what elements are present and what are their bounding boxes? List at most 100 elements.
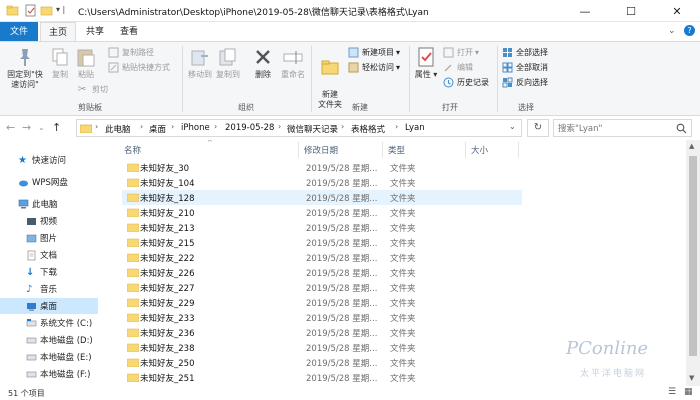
properties-button[interactable]: 属性 ▾ — [413, 46, 439, 80]
nav-item-documents[interactable]: 文档 — [0, 247, 98, 263]
table-row[interactable]: 未知好友_104 2019/5/28 星期... 文件夹 — [122, 175, 522, 190]
close-button[interactable]: ✕ — [654, 0, 700, 22]
search-box[interactable] — [553, 119, 692, 137]
paste-button[interactable]: 粘贴 — [74, 46, 98, 80]
minimize-button[interactable]: — — [562, 0, 608, 22]
properties-quick-icon[interactable] — [24, 4, 37, 17]
column-size[interactable]: 大小 — [471, 144, 488, 156]
tab-file[interactable]: 文件 — [0, 22, 38, 42]
open-dropdown-icon: ▾ — [475, 48, 480, 57]
file-name: 未知好友_251 — [140, 374, 195, 384]
table-row[interactable]: 未知好友_251 2019/5/28 星期... 文件夹 — [122, 370, 522, 385]
table-row[interactable]: 未知好友_215 2019/5/28 星期... 文件夹 — [122, 235, 522, 250]
help-icon[interactable]: ? — [684, 25, 695, 36]
up-arrow-icon[interactable]: ↑ — [52, 121, 61, 134]
move-to-button[interactable]: 移动到 — [186, 46, 214, 80]
breadcrumb-iphone[interactable]: iPhone — [181, 123, 210, 133]
maximize-button[interactable]: ☐ — [608, 0, 654, 22]
open-group-label: 打开 — [442, 103, 458, 112]
column-type[interactable]: 类型 — [388, 144, 405, 156]
breadcrumb-table-format[interactable]: 表格格式 — [351, 123, 385, 135]
nav-item-wps-cloud[interactable]: WPS网盘 — [0, 174, 98, 190]
breadcrumb-this-pc[interactable]: 此电脑 — [105, 123, 131, 135]
new-folder-quick-icon[interactable] — [40, 4, 53, 17]
nav-item-drive-f[interactable]: 本地磁盘 (F:) — [0, 366, 98, 382]
table-row[interactable]: 未知好友_250 2019/5/28 星期... 文件夹 — [122, 355, 522, 370]
large-icons-view-icon[interactable]: ▦ — [684, 387, 693, 397]
recent-locations-icon[interactable]: ⌄ — [38, 123, 45, 132]
table-row[interactable]: 未知好友_213 2019/5/28 星期... 文件夹 — [122, 220, 522, 235]
rename-button[interactable]: 重命名 — [279, 46, 307, 80]
breadcrumb-wechat[interactable]: 微信聊天记录 — [287, 123, 338, 135]
select-all-button[interactable]: 全部选择 — [502, 46, 548, 59]
scroll-up-icon[interactable]: ▲ — [689, 142, 694, 150]
history-label: 历史记录 — [457, 78, 489, 87]
select-none-button[interactable]: 全部取消 — [502, 61, 548, 74]
column-divider[interactable] — [518, 142, 519, 158]
nav-item-music[interactable]: ♪ 音乐 — [0, 281, 98, 297]
details-view-icon[interactable]: ☰ — [668, 387, 676, 397]
new-item-dropdown-icon: ▾ — [396, 48, 401, 57]
copy-to-button[interactable]: 复制到 — [214, 46, 242, 80]
forward-arrow-icon[interactable]: → — [22, 121, 31, 134]
nav-item-this-pc[interactable]: 此电脑 — [0, 196, 98, 212]
column-name[interactable]: 名称 — [124, 144, 141, 156]
breadcrumb-desktop[interactable]: 桌面 — [149, 123, 166, 135]
new-item-button[interactable]: 新建项目 ▾ — [348, 46, 400, 59]
tab-view[interactable]: 查看 — [114, 22, 144, 42]
folder-app-icon — [6, 5, 19, 16]
table-row[interactable]: 未知好友_236 2019/5/28 星期... 文件夹 — [122, 325, 522, 340]
new-folder-button[interactable]: 新建 文件夹 — [314, 46, 346, 110]
table-row[interactable]: 未知好友_226 2019/5/28 星期... 文件夹 — [122, 265, 522, 280]
rename-icon — [283, 51, 303, 64]
address-bar[interactable]: › 此电脑 › 桌面 › iPhone › 2019-05-28 › 微信聊天记… — [76, 119, 522, 137]
copy-button[interactable]: 复制 — [48, 46, 72, 80]
open-button[interactable]: 打开 ▾ — [443, 46, 479, 59]
edit-button[interactable]: 编辑 — [443, 61, 473, 74]
table-row[interactable]: 未知好友_30 2019/5/28 星期... 文件夹 — [122, 160, 522, 175]
column-divider[interactable] — [298, 142, 299, 158]
tab-home[interactable]: 主页 — [40, 22, 76, 42]
table-row[interactable]: 未知好友_210 2019/5/28 星期... 文件夹 — [122, 205, 522, 220]
nav-item-quick-access[interactable]: ★ 快速访问 — [0, 152, 98, 168]
breadcrumb-lyan[interactable]: Lyan — [405, 123, 425, 133]
nav-item-pictures[interactable]: 图片 — [0, 230, 98, 246]
collapse-ribbon-icon[interactable]: ⌄ — [668, 26, 676, 36]
nav-item-videos[interactable]: 视频 — [0, 213, 98, 229]
address-dropdown-icon[interactable]: ⌄ — [509, 122, 516, 131]
breadcrumb-date[interactable]: 2019-05-28 — [225, 123, 274, 133]
back-arrow-icon[interactable]: ← — [6, 121, 15, 134]
search-icon[interactable] — [676, 123, 687, 134]
file-type: 文件夹 — [390, 314, 416, 324]
table-row[interactable]: 未知好友_233 2019/5/28 星期... 文件夹 — [122, 310, 522, 325]
column-divider[interactable] — [382, 142, 383, 158]
delete-button[interactable]: 删除 — [251, 46, 275, 80]
easy-access-label: 轻松访问 — [362, 63, 394, 72]
easy-access-button[interactable]: 轻松访问 ▾ — [348, 61, 400, 74]
paste-shortcut-button[interactable]: 粘贴快捷方式 — [108, 61, 170, 74]
copy-path-button[interactable]: 复制路径 — [108, 46, 154, 59]
nav-item-desktop[interactable]: 桌面 — [0, 298, 98, 314]
table-row[interactable]: 未知好友_238 2019/5/28 星期... 文件夹 — [122, 340, 522, 355]
search-input[interactable] — [558, 122, 668, 135]
nav-item-drive-d[interactable]: 本地磁盘 (D:) — [0, 332, 98, 348]
tab-share[interactable]: 共享 — [80, 22, 110, 42]
scissors-icon: ✂ — [78, 84, 87, 95]
refresh-button[interactable]: ↻ — [527, 119, 549, 137]
nav-item-downloads[interactable]: ↓ 下载 — [0, 264, 98, 280]
nav-item-drive-e[interactable]: 本地磁盘 (E:) — [0, 349, 98, 365]
history-button[interactable]: 历史记录 — [443, 76, 489, 89]
cut-button[interactable]: ✂ 剪切 — [78, 83, 108, 96]
quick-access-dropdown-icon[interactable]: ▾ | — [56, 5, 65, 14]
pin-quick-access-button[interactable]: 固定到"快速访问" — [4, 46, 46, 90]
table-row[interactable]: 未知好友_128 2019/5/28 星期... 文件夹 — [122, 190, 522, 205]
file-date: 2019/5/28 星期... — [306, 374, 378, 384]
table-row[interactable]: 未知好友_227 2019/5/28 星期... 文件夹 — [122, 280, 522, 295]
scrollbar-thumb[interactable] — [689, 156, 697, 356]
nav-item-drive-c[interactable]: 系统文件 (C:) — [0, 315, 98, 331]
column-divider[interactable] — [465, 142, 466, 158]
table-row[interactable]: 未知好友_222 2019/5/28 星期... 文件夹 — [122, 250, 522, 265]
column-modified[interactable]: 修改日期 — [304, 144, 338, 156]
invert-selection-button[interactable]: 反向选择 — [502, 76, 548, 89]
table-row[interactable]: 未知好友_229 2019/5/28 星期... 文件夹 — [122, 295, 522, 310]
